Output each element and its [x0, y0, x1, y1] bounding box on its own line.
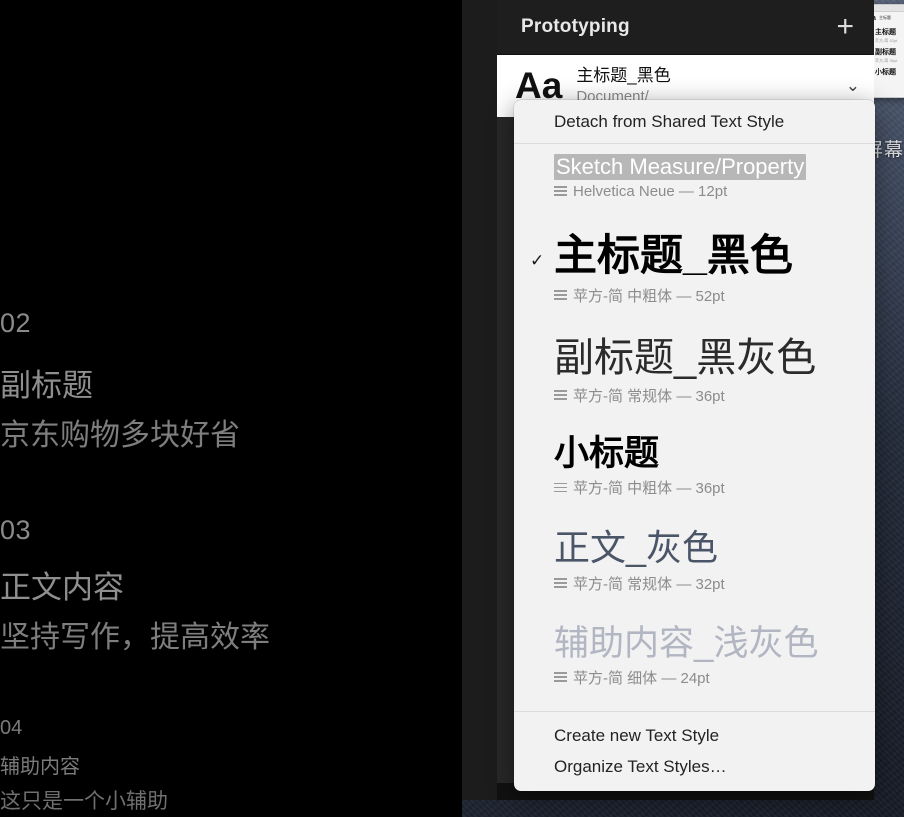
thumbnail-line-2: 小标题 — [875, 69, 896, 76]
style-preview-1: 主标题_黑色 — [554, 231, 793, 280]
text-lines-icon-1 — [554, 290, 567, 300]
artboard-block-1-body: 坚持写作，提高效率 — [0, 621, 270, 654]
chevron-down-icon[interactable]: ⌄ — [846, 76, 860, 96]
artboard-block-2-title: 辅助内容 — [0, 756, 80, 778]
text-lines-icon-3 — [554, 482, 567, 493]
style-preview-highlight-0: Sketch Measure/Property — [554, 154, 807, 180]
style-meta-2: 苹方-简 常规体 — 36pt — [554, 385, 875, 406]
style-meta-label-3: 苹方-简 中粗体 — 36pt — [573, 480, 725, 498]
artboard-block-2-number: 04 — [0, 717, 23, 739]
canvas-area[interactable]: 02 副标题 京东购物多块好省 03 正文内容 坚持写作，提高效率 04 辅助内… — [0, 0, 462, 817]
style-meta-label-4: 苹方-简 常规体 — 32pt — [573, 575, 725, 593]
menu-item-organize-styles[interactable]: Organize Text Styles… — [514, 751, 875, 782]
text-style-dropdown-menu[interactable]: Detach from Shared Text Style Sketch Mea… — [514, 100, 875, 791]
style-meta-label-1: 苹方-简 中粗体 — 52pt — [573, 287, 725, 305]
thumbnail-sub-1: 苹方-简 36pt — [875, 58, 898, 63]
artboard-block-1-number: 03 — [0, 515, 32, 545]
menu-item-style-2[interactable]: 副标题_黑灰色 苹方-简 常规体 — 36pt — [514, 315, 875, 415]
screen: Aa 主标题 主标题 苹方-简 52pt 副标题 苹方-简 36pt 小标题 屏… — [0, 0, 904, 817]
artboard-block-1-title: 正文内容 — [0, 570, 124, 605]
selected-style-name: 主标题_黑色 — [576, 66, 671, 85]
text-lines-icon-2 — [554, 390, 567, 400]
menu-item-style-1[interactable]: ✓ 主标题_黑色 苹方-简 中粗体 — 52pt — [514, 209, 875, 315]
menu-item-create-style[interactable]: Create new Text Style — [514, 720, 875, 751]
thumbnail-line-0: 主标题 — [875, 29, 896, 36]
menu-item-style-5[interactable]: 辅助内容_浅灰色 苹方-简 细体 — 24pt — [514, 603, 875, 697]
artboard-block-0-title: 副标题 — [0, 368, 93, 403]
checkmark-icon-1: ✓ — [530, 250, 545, 270]
style-meta-0: Helvetica Neue — 12pt — [554, 183, 875, 200]
text-lines-icon-4 — [554, 578, 567, 588]
page-title: Prototyping — [521, 16, 630, 37]
style-meta-4: 苹方-简 常规体 — 32pt — [554, 573, 875, 594]
inspector-header: Prototyping + — [497, 0, 874, 55]
style-meta-label-2: 苹方-简 常规体 — 36pt — [573, 387, 725, 405]
style-meta-5: 苹方-简 细体 — 24pt — [554, 667, 875, 688]
style-preview-2: 副标题_黑灰色 — [554, 335, 817, 380]
style-meta-label-0: Helvetica Neue — 12pt — [573, 182, 728, 200]
thumbnail-tag: 主标题 — [879, 15, 891, 20]
style-meta-3: 苹方-简 中粗体 — 36pt — [554, 477, 875, 498]
thumbnail-line-1: 副标题 — [875, 49, 896, 56]
text-lines-icon-0 — [554, 186, 567, 196]
style-preview-0: Sketch Measure/Property — [554, 154, 875, 180]
menu-item-style-3[interactable]: 小标题 苹方-简 中粗体 — 36pt — [514, 415, 875, 507]
menu-divider-bottom — [514, 710, 875, 712]
style-meta-1: 苹方-简 中粗体 — 52pt — [554, 285, 875, 306]
artboard-block-0-number: 02 — [0, 308, 32, 338]
plus-icon[interactable]: + — [836, 12, 854, 42]
artboard-block-0-body: 京东购物多块好省 — [0, 419, 240, 452]
thumbnail-sub-0: 苹方-简 52pt — [875, 38, 898, 43]
artboard-block-2-body: 这只是一个小辅助 — [0, 790, 168, 813]
menu-item-detach[interactable]: Detach from Shared Text Style — [514, 100, 875, 143]
style-preview-4: 正文_灰色 — [554, 527, 719, 569]
menu-item-style-0[interactable]: Sketch Measure/Property Helvetica Neue —… — [514, 144, 875, 209]
style-preview-3: 小标题 — [554, 433, 660, 473]
style-preview-5: 辅助内容_浅灰色 — [554, 623, 819, 663]
menu-item-style-4[interactable]: 正文_灰色 苹方-简 常规体 — 32pt — [514, 507, 875, 602]
style-meta-label-5: 苹方-简 细体 — 24pt — [573, 669, 710, 687]
text-lines-icon-5 — [554, 672, 567, 682]
